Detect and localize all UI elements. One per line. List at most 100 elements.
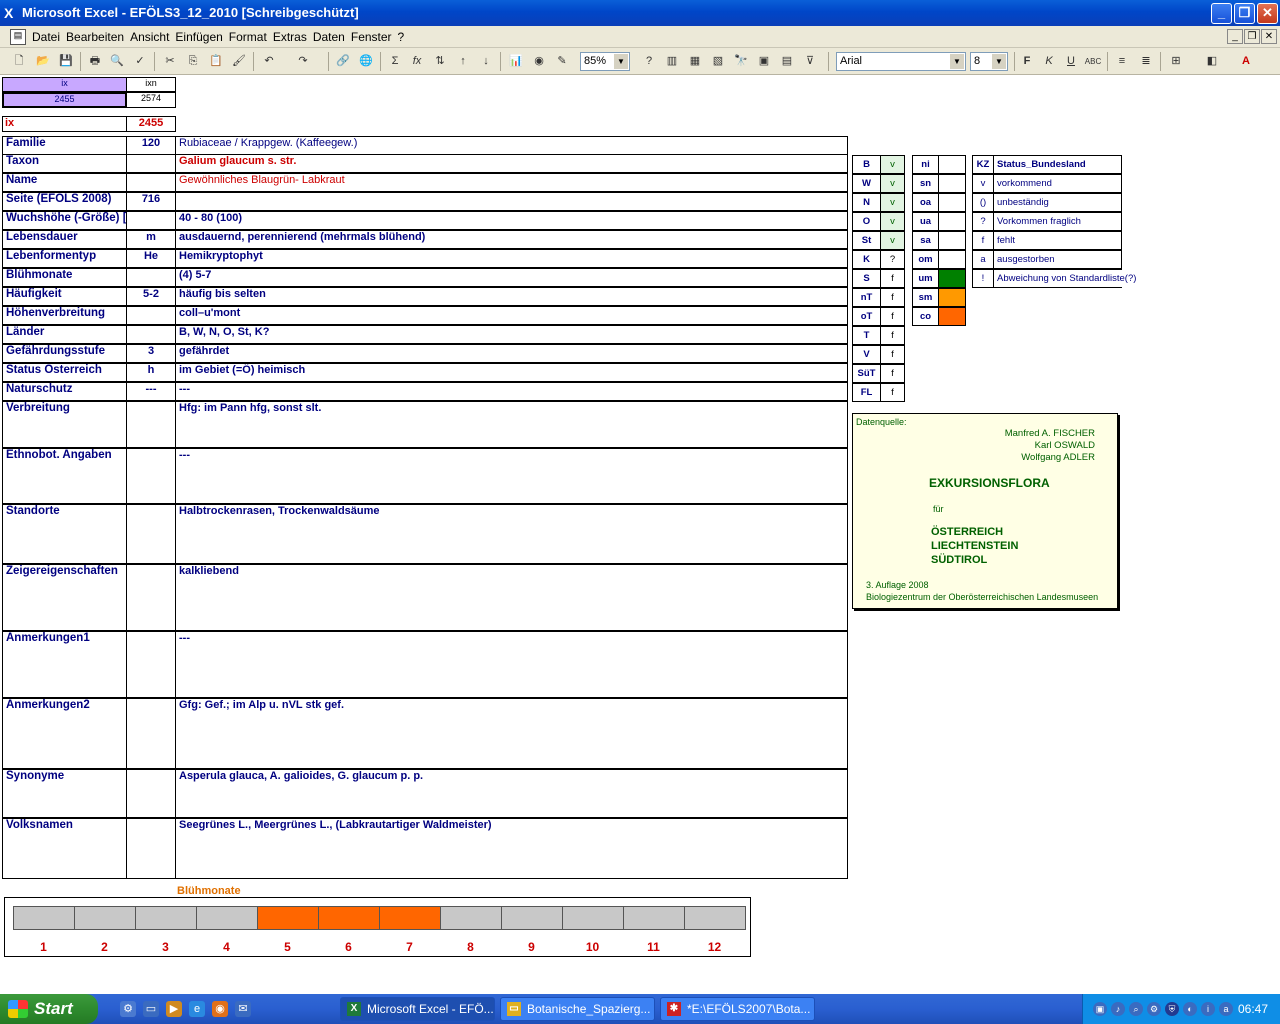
autosum-icon[interactable]: Σ <box>386 53 404 70</box>
state-code[interactable]: St <box>852 231 881 250</box>
menu-2[interactable]: Ansicht <box>130 30 175 44</box>
save-icon[interactable]: 💾 <box>57 53 75 70</box>
quicklaunch-icon-2[interactable]: ▭ <box>143 1001 159 1017</box>
state-code[interactable]: nT <box>852 288 881 307</box>
chevron-down-icon[interactable]: ▼ <box>950 54 964 69</box>
quicklaunch-icon-6[interactable]: ✉ <box>235 1001 251 1017</box>
ix-value-cell-2[interactable]: 2455 <box>126 116 176 132</box>
row-code[interactable]: 5-2 <box>126 287 176 306</box>
bold-icon[interactable]: F <box>1018 53 1036 70</box>
task-excel[interactable]: X Microsoft Excel - EFÖ... <box>340 997 495 1021</box>
excel-app-icon[interactable]: X <box>4 5 20 21</box>
restore-button[interactable]: ❐ <box>1234 3 1255 24</box>
function-icon[interactable]: fx <box>408 53 426 70</box>
row-label[interactable]: Länder <box>2 325 127 344</box>
altitude-code[interactable]: sa <box>912 231 939 250</box>
sort-descending-icon[interactable]: ↓ <box>477 53 495 70</box>
altitude-marker[interactable] <box>938 193 966 212</box>
altitude-code[interactable]: ua <box>912 212 939 231</box>
chart-wizard-icon[interactable]: 📊 <box>507 53 525 70</box>
row-label[interactable]: Wuchshöhe (-Größe) [cm] <box>2 211 127 230</box>
doc-restore-button[interactable]: ❐ <box>1244 29 1260 44</box>
legend-code[interactable]: f <box>972 231 994 250</box>
row-value[interactable]: im Gebiet (=Ö) heimisch <box>175 363 848 382</box>
state-status[interactable]: f <box>880 288 905 307</box>
altitude-code[interactable]: oa <box>912 193 939 212</box>
doc-close-button[interactable]: ✕ <box>1261 29 1277 44</box>
legend-label[interactable]: Vorkommen fraglich <box>993 212 1122 231</box>
state-status[interactable]: f <box>880 326 905 345</box>
row-code[interactable]: h <box>126 363 176 382</box>
tool-b-icon[interactable]: ▦ <box>686 53 704 70</box>
row-code[interactable] <box>126 173 176 192</box>
row-value[interactable]: Seegrünes L., Meergrünes L., (Labkrautar… <box>175 818 848 879</box>
format-painter-icon[interactable]: 🖌 <box>230 53 248 70</box>
row-value[interactable]: 40 - 80 (100) <box>175 211 848 230</box>
row-label[interactable]: Seite (EFÖLS 2008) <box>2 192 127 211</box>
state-status[interactable]: v <box>880 231 905 250</box>
row-code[interactable] <box>126 818 176 879</box>
row-label[interactable]: Blühmonate <box>2 268 127 287</box>
open-icon[interactable]: 📂 <box>34 53 52 70</box>
ix-label-cell[interactable]: ix <box>2 116 127 132</box>
row-value[interactable]: --- <box>175 631 848 698</box>
state-code[interactable]: oT <box>852 307 881 326</box>
menu-7[interactable]: Fenster <box>351 30 398 44</box>
chevron-down-icon[interactable]: ▼ <box>614 54 628 69</box>
underline-icon[interactable]: U <box>1062 53 1080 70</box>
legend-label[interactable]: Status_Bundesland <box>993 155 1122 174</box>
state-code[interactable]: N <box>852 193 881 212</box>
menu-0[interactable]: Datei <box>32 30 66 44</box>
legend-label[interactable]: Abweichung von Standardliste(?) <box>993 269 1136 288</box>
row-value[interactable]: gefährdet <box>175 344 848 363</box>
menu-6[interactable]: Daten <box>313 30 351 44</box>
state-code[interactable]: S <box>852 269 881 288</box>
row-code[interactable]: 120 <box>126 136 176 155</box>
document-icon[interactable]: ▤ <box>10 29 26 45</box>
row-label[interactable]: Standorte <box>2 504 127 564</box>
row-value[interactable]: --- <box>175 382 848 401</box>
print-icon[interactable]: 🖶 <box>86 53 104 70</box>
font-color-icon[interactable]: A <box>1237 53 1255 70</box>
fill-color-icon[interactable]: ◧ <box>1203 53 1221 70</box>
row-label[interactable]: Gefährdungsstufe <box>2 344 127 363</box>
row-value[interactable]: --- <box>175 448 848 504</box>
altitude-marker[interactable] <box>938 250 966 269</box>
state-code[interactable]: V <box>852 345 881 364</box>
row-code[interactable] <box>126 769 176 818</box>
row-value[interactable]: Gfg: Gef.; im Alp u. nVL stk gef. <box>175 698 848 769</box>
altitude-marker[interactable] <box>938 307 966 326</box>
state-code[interactable]: T <box>852 326 881 345</box>
row-label[interactable]: Lebenformentyp <box>2 249 127 268</box>
altitude-marker[interactable] <box>938 212 966 231</box>
row-code[interactable] <box>126 698 176 769</box>
tool-e-icon[interactable]: ▤ <box>778 53 796 70</box>
state-status[interactable]: f <box>880 269 905 288</box>
font-size-select[interactable]: 8 ▼ <box>970 52 1008 71</box>
firefox-icon[interactable]: ◉ <box>212 1001 228 1017</box>
row-code[interactable] <box>126 325 176 344</box>
state-code[interactable]: K <box>852 250 881 269</box>
volume-icon[interactable]: ♪ <box>1111 1002 1125 1016</box>
spelling-icon[interactable]: ✓ <box>131 53 149 70</box>
altitude-code[interactable]: ni <box>912 155 939 174</box>
strikethrough-icon[interactable]: ABC <box>1084 53 1102 70</box>
find-icon[interactable]: 🔭 <box>732 53 750 70</box>
borders-icon[interactable]: ⊞ <box>1167 53 1185 70</box>
state-status[interactable]: f <box>880 345 905 364</box>
media-icon[interactable]: ▶ <box>166 1001 182 1017</box>
hyperlink-icon[interactable]: 🔗 <box>334 53 352 70</box>
row-code[interactable] <box>126 401 176 448</box>
minimize-button[interactable]: _ <box>1211 3 1232 24</box>
row-value[interactable]: Halbtrockenrasen, Trockenwaldsäume <box>175 504 848 564</box>
font-name-select[interactable]: Arial ▼ <box>836 52 966 71</box>
row-value[interactable]: ausdauernd, perennierend (mehrmals blühe… <box>175 230 848 249</box>
sort-ascending-icon[interactable]: ↑ <box>454 53 472 70</box>
copy-icon[interactable]: ⎘ <box>184 53 202 70</box>
row-code[interactable] <box>126 504 176 564</box>
map-icon[interactable]: ◉ <box>530 53 548 70</box>
ixn-value-cell[interactable]: 2574 <box>126 92 176 108</box>
help-icon[interactable]: ? <box>640 53 658 70</box>
row-label[interactable]: Anmerkungen2 <box>2 698 127 769</box>
ix-value-cell[interactable]: 2455 <box>2 92 127 108</box>
